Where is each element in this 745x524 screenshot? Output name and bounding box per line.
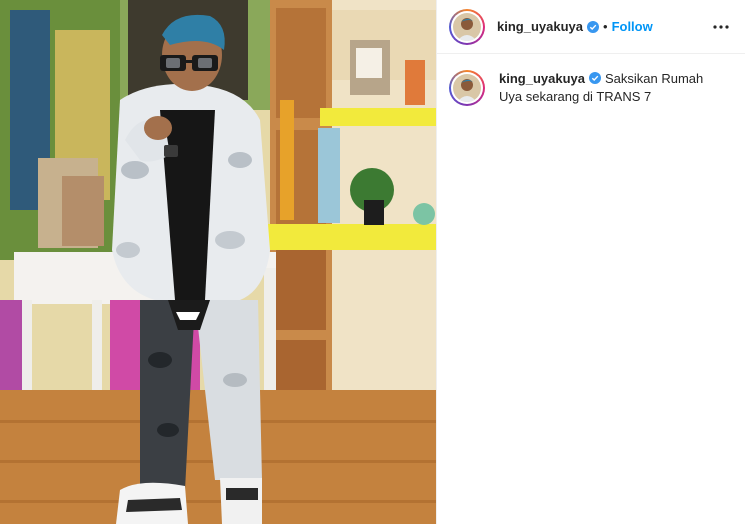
instagram-post: king_uyakuya • Follow king_uyakuya Saksi… bbox=[0, 0, 745, 524]
caption-username[interactable]: king_uyakuya bbox=[499, 71, 585, 86]
header-username[interactable]: king_uyakuya bbox=[497, 19, 583, 34]
post-photo[interactable] bbox=[0, 0, 436, 524]
post-sidebar: king_uyakuya • Follow king_uyakuya Saksi… bbox=[436, 0, 745, 524]
avatar-image bbox=[453, 12, 481, 41]
avatar-border bbox=[451, 72, 483, 104]
studio-photo-illustration bbox=[0, 0, 436, 524]
verified-badge-icon bbox=[587, 20, 599, 33]
caption-text-block: king_uyakuya Saksikan Rumah Uya sekarang … bbox=[499, 70, 729, 106]
profile-avatar[interactable] bbox=[449, 8, 485, 45]
caption-avatar[interactable] bbox=[449, 70, 485, 106]
avatar-border bbox=[451, 10, 483, 43]
post-header: king_uyakuya • Follow bbox=[437, 0, 745, 54]
post-caption: king_uyakuya Saksikan Rumah Uya sekarang … bbox=[437, 54, 745, 106]
more-options-icon[interactable] bbox=[711, 17, 731, 37]
separator-dot: • bbox=[603, 19, 608, 34]
verified-badge-icon bbox=[589, 72, 601, 84]
avatar-image bbox=[453, 74, 481, 102]
follow-button[interactable]: Follow bbox=[612, 19, 653, 34]
